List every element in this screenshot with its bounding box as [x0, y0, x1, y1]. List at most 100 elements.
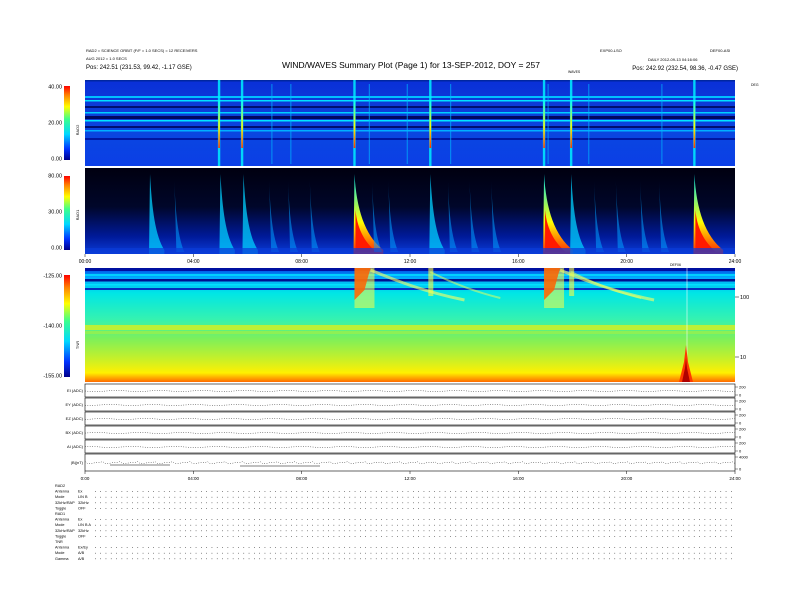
rad2-colorbar [64, 86, 70, 160]
footer-row-label: Mode [55, 551, 65, 555]
hk-x-tick: 08:00 [296, 476, 308, 481]
hk-row-label: EI (ADC) [67, 388, 84, 393]
rad2-faint-burst [368, 84, 370, 164]
hk-row-frame [84, 411, 736, 426]
hk-trace [84, 432, 735, 434]
header-corner-small: DEF00-ASI [710, 48, 730, 53]
rad1-y-ticks: 80.00 30.00 0.00 [48, 174, 62, 252]
footer-row-value: A/B [78, 557, 85, 561]
footer-row-value: Ex [78, 518, 83, 522]
rad1-label: RAD1 [75, 209, 80, 220]
tnr-colorbar [64, 275, 70, 377]
tnr-y-tick: -140.00 [43, 324, 62, 330]
footer-row-label: Mode [55, 495, 65, 499]
rad2-burst-core [543, 100, 545, 148]
rad2-burst-core [570, 100, 572, 148]
rad2-panel: RAD2 40.00 20.00 0.00 [48, 80, 735, 166]
rad2-y-tick: 20.00 [48, 121, 62, 127]
footer-row-label: RAD2 [55, 484, 65, 488]
footer-row-value: OFF [78, 506, 86, 510]
plot-title: WIND/WAVES Summary Plot (Page 1) for 13-… [282, 60, 540, 70]
rad1-spectrogram [85, 168, 735, 254]
tnr-right-tick: 10 [740, 355, 746, 361]
summary-plot: RAD2 = SCIENCE ORBIT (F/F = 1.0 SECS) = … [43, 48, 759, 561]
header-right-line1: EXP00-LSO [600, 48, 622, 53]
rad2-label: RAD2 [75, 124, 80, 135]
rad2-y-tick: 0.00 [51, 157, 62, 163]
hk-row-label: BX (ADC) [65, 430, 83, 435]
hk-right-tick: 200 [739, 441, 746, 446]
hk-trace [84, 418, 736, 420]
hk-right-tick: 0 [739, 467, 742, 472]
hk-row-frame [84, 439, 736, 454]
hk-right-tick: 0 [739, 421, 742, 426]
footer-row-label: Toggle [55, 534, 66, 538]
rad2-y-ticks: 40.00 20.00 0.00 [48, 85, 62, 163]
footer-row-value: LIN B [78, 495, 88, 499]
footer-row-label: Antenna [55, 518, 70, 522]
header-left-line1: RAD2 = SCIENCE ORBIT (F/F = 1.0 SECS) = … [86, 48, 198, 53]
rad2-faint-burst [450, 84, 452, 164]
footer-row-value: 32kHz [78, 529, 89, 533]
tnr-y-tick: -125.00 [43, 274, 62, 280]
header-left-line3: Pos: 242.51 (231.53, 99.42, -1.17 GSE) [86, 65, 192, 71]
footer-row-label: Toggle [55, 506, 66, 510]
footer-row-label: 32kHz/RAP [55, 501, 75, 505]
hk-row-frame [84, 397, 736, 412]
rad2-faint-burst [588, 84, 590, 164]
rad1-x-tick: 20:00 [620, 259, 633, 265]
hk-trace [84, 390, 735, 392]
rad2-burst-core [429, 100, 432, 148]
footer-row-label: 32kHz/RAP [55, 529, 75, 533]
footer-row-label: Gamma [55, 557, 69, 561]
rad2-faint-burst [271, 84, 273, 164]
footer-row-value: A/B [78, 551, 85, 555]
rad1-x-ticks: 00:00 04:00 08:00 12:00 16:00 20:00 24:00 [79, 254, 741, 265]
footer-row-label: TNR [55, 540, 63, 544]
footer-row-value: Ex/Ey [78, 546, 88, 550]
footer-row-value: OFF [78, 534, 86, 538]
footer-row-label: Antenna [55, 546, 70, 550]
footer-row-label: Antenna [55, 490, 70, 494]
hk-right-tick: 4000 [739, 455, 749, 460]
tnr-panel: TNR -125.00 -140.00 -155.00 DEF06 100 10 [43, 263, 749, 382]
header-deg-small: DEG [751, 83, 759, 87]
rad1-x-tick: 00:00 [79, 259, 92, 265]
receiver-settings-footer: RAD2Antenna ExMode LIN B32kHz/RAP 32kHzTogg… [55, 484, 735, 561]
rad1-bottom-band [85, 248, 735, 254]
housekeeping-traces: EI (ADC)2000EY (ADC)2000EZ (ADC)2000BX (… [65, 383, 749, 481]
hk-row-frame [84, 383, 736, 398]
rad2-faint-burst [547, 84, 549, 164]
tnr-label: TNR [75, 341, 80, 349]
tnr-right-ticks: 100 10 [735, 295, 749, 361]
header-right-line3: Pos: 242.92 (232.54, 98.36, -0.47 GSE) [632, 66, 738, 72]
footer-row-label: Mode [55, 523, 65, 527]
rad1-x-tick: 08:00 [295, 259, 308, 265]
rad1-x-tick: 04:00 [187, 259, 200, 265]
hk-x-tick: 20:00 [621, 476, 633, 481]
rad2-burst-core [693, 100, 696, 148]
header-right-line2: DAILY 2012-09-13 04:16:06 [648, 57, 698, 62]
rad1-y-tick: 30.00 [48, 210, 62, 216]
hk-right-tick: 200 [739, 385, 746, 390]
rad2-burst-core [353, 100, 356, 148]
rad1-x-tick: 12:00 [404, 259, 417, 265]
tnr-marker-label: DEF06 [670, 263, 681, 267]
footer-row-value: Ex [78, 490, 83, 494]
rad1-x-tick: 16:00 [512, 259, 525, 265]
hk-right-tick: 0 [739, 393, 742, 398]
footer-row-value: 32kHz [78, 501, 89, 505]
rad2-faint-burst [290, 84, 292, 164]
hk-row-frame [84, 425, 736, 440]
tnr-y-ticks: -125.00 -140.00 -155.00 [43, 274, 62, 380]
rad1-colorbar [64, 176, 70, 250]
hk-row-label: EZ (ADC) [66, 416, 84, 421]
hk-x-tick: 0:00 [81, 476, 90, 481]
hk-trace [84, 446, 736, 448]
hk-right-tick: 0 [739, 407, 742, 412]
rad2-faint-burst [406, 84, 408, 164]
rad2-burst-core [241, 100, 243, 148]
tnr-y-tick: -155.00 [43, 374, 62, 380]
header-left-line2: AUG 2012 = 1.0 SECS [86, 56, 127, 61]
hk-row-label: AI (ADC) [67, 444, 84, 449]
